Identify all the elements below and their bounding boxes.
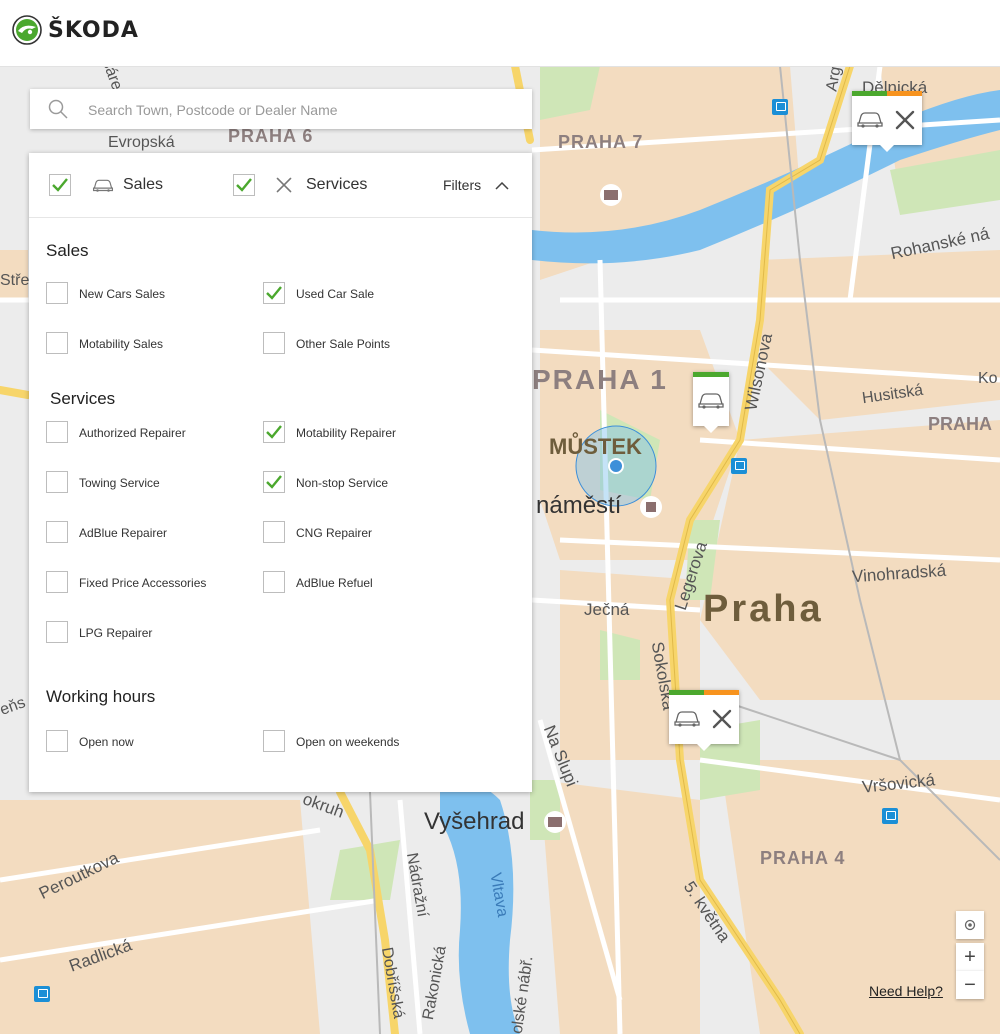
dealer-pin-sales-services[interactable] bbox=[669, 690, 739, 751]
motability-repairer-label: Motability Repairer bbox=[296, 426, 397, 440]
fixed-price-accessories-checkbox[interactable] bbox=[46, 571, 68, 593]
adblue-refuel-label: AdBlue Refuel bbox=[296, 576, 373, 590]
label-praha4: PRAHA 4 bbox=[760, 848, 846, 868]
adblue-refuel-checkbox[interactable] bbox=[263, 571, 285, 593]
motability-repairer-checkbox[interactable] bbox=[263, 421, 285, 443]
lpg-repairer-checkbox[interactable] bbox=[46, 621, 68, 643]
label-praha-city: Praha bbox=[703, 588, 824, 630]
new-cars-sales-checkbox[interactable] bbox=[46, 282, 68, 304]
zoom-in-button[interactable]: + bbox=[956, 943, 984, 971]
label-vysehrad: Vyšehrad bbox=[424, 808, 525, 835]
open-on-weekends-checkbox[interactable] bbox=[263, 730, 285, 752]
sales-section-title: Sales bbox=[46, 241, 89, 260]
label-stre: Stře bbox=[0, 272, 30, 289]
search-bar bbox=[30, 89, 532, 131]
car-icon bbox=[698, 393, 724, 409]
used-car-sale-label: Used Car Sale bbox=[296, 287, 375, 301]
my-location-button[interactable] bbox=[956, 911, 984, 939]
other-sale-points-checkbox[interactable] bbox=[263, 332, 285, 354]
filters-label: Filters bbox=[443, 177, 482, 193]
open-now-checkbox[interactable] bbox=[46, 730, 68, 752]
pin-services-bar bbox=[887, 91, 922, 96]
motability-sales-label: Motability Sales bbox=[79, 337, 164, 351]
label-jecna: Ječná bbox=[584, 600, 630, 619]
label-ko: Ko bbox=[978, 370, 998, 387]
working-hours-section-title: Working hours bbox=[46, 687, 156, 706]
tools-icon bbox=[276, 177, 292, 193]
adblue-repairer-checkbox[interactable] bbox=[46, 521, 68, 543]
services-toggle-label: Services bbox=[306, 176, 368, 193]
authorized-repairer-checkbox[interactable] bbox=[46, 421, 68, 443]
car-icon bbox=[92, 179, 114, 192]
car-icon bbox=[674, 711, 700, 727]
label-praha2: PRAHA bbox=[928, 414, 993, 434]
bus-stop-icon[interactable] bbox=[34, 986, 50, 1002]
open-on-weekends-label: Open on weekends bbox=[296, 735, 400, 749]
sales-toggle-checkbox[interactable] bbox=[49, 174, 71, 196]
sales-toggle-label: Sales bbox=[123, 176, 164, 193]
open-now-label: Open now bbox=[79, 735, 134, 749]
motability-sales-checkbox[interactable] bbox=[46, 332, 68, 354]
skoda-emblem-icon bbox=[12, 15, 42, 45]
pin-sales-bar bbox=[669, 690, 704, 695]
authorized-repairer-label: Authorized Repairer bbox=[79, 426, 186, 440]
cng-repairer-label: CNG Repairer bbox=[296, 526, 373, 540]
skoda-logo[interactable]: ŠKODA bbox=[12, 15, 139, 45]
non-stop-service-label: Non-stop Service bbox=[296, 476, 389, 490]
label-namesti: náměstí bbox=[536, 492, 622, 519]
used-car-sale-checkbox[interactable] bbox=[263, 282, 285, 304]
crosshair-icon bbox=[964, 919, 976, 931]
label-praha7: PRAHA 7 bbox=[558, 132, 644, 152]
need-help-link[interactable]: Need Help? bbox=[869, 983, 943, 999]
towing-service-checkbox[interactable] bbox=[46, 471, 68, 493]
services-toggle-checkbox[interactable] bbox=[233, 174, 255, 196]
bus-stop-icon[interactable] bbox=[882, 808, 898, 824]
pin-sales-bar bbox=[852, 91, 887, 96]
tools-icon bbox=[712, 709, 732, 729]
filter-panel: Sales Services Filters Sales New Cars Sa… bbox=[29, 153, 532, 792]
cng-repairer-checkbox[interactable] bbox=[263, 521, 285, 543]
dealer-pin-sales-services[interactable] bbox=[852, 91, 922, 152]
dealer-pin-sales[interactable] bbox=[693, 372, 729, 433]
bus-stop-icon[interactable] bbox=[731, 458, 747, 474]
bus-stop-icon[interactable] bbox=[772, 99, 788, 115]
label-evropska: Evropská bbox=[108, 134, 175, 151]
search-icon[interactable] bbox=[48, 99, 68, 119]
new-cars-sales-label: New Cars Sales bbox=[79, 287, 166, 301]
label-praha1: PRAHA 1 bbox=[532, 364, 668, 395]
filters-toggle[interactable]: Filters bbox=[443, 177, 509, 193]
brand-wordmark: ŠKODA bbox=[48, 17, 139, 43]
pin-services-bar bbox=[704, 690, 739, 695]
other-sale-points-label: Other Sale Points bbox=[296, 337, 391, 351]
tools-icon bbox=[895, 110, 915, 130]
fixed-price-accessories-label: Fixed Price Accessories bbox=[79, 576, 207, 590]
zoom-out-button[interactable]: − bbox=[956, 971, 984, 999]
car-icon bbox=[857, 112, 883, 128]
chevron-up-icon bbox=[495, 182, 509, 190]
filter-panel-header: Sales Services Filters bbox=[29, 153, 532, 218]
lpg-repairer-label: LPG Repairer bbox=[79, 626, 153, 640]
search-input[interactable] bbox=[86, 89, 520, 131]
non-stop-service-checkbox[interactable] bbox=[263, 471, 285, 493]
towing-service-label: Towing Service bbox=[79, 476, 160, 490]
header: ŠKODA bbox=[0, 0, 1000, 67]
label-mustek: MŮSTEK bbox=[549, 434, 642, 459]
pin-sales-bar bbox=[693, 372, 729, 377]
services-section-title: Services bbox=[50, 389, 116, 408]
adblue-repairer-label: AdBlue Repairer bbox=[79, 526, 168, 540]
